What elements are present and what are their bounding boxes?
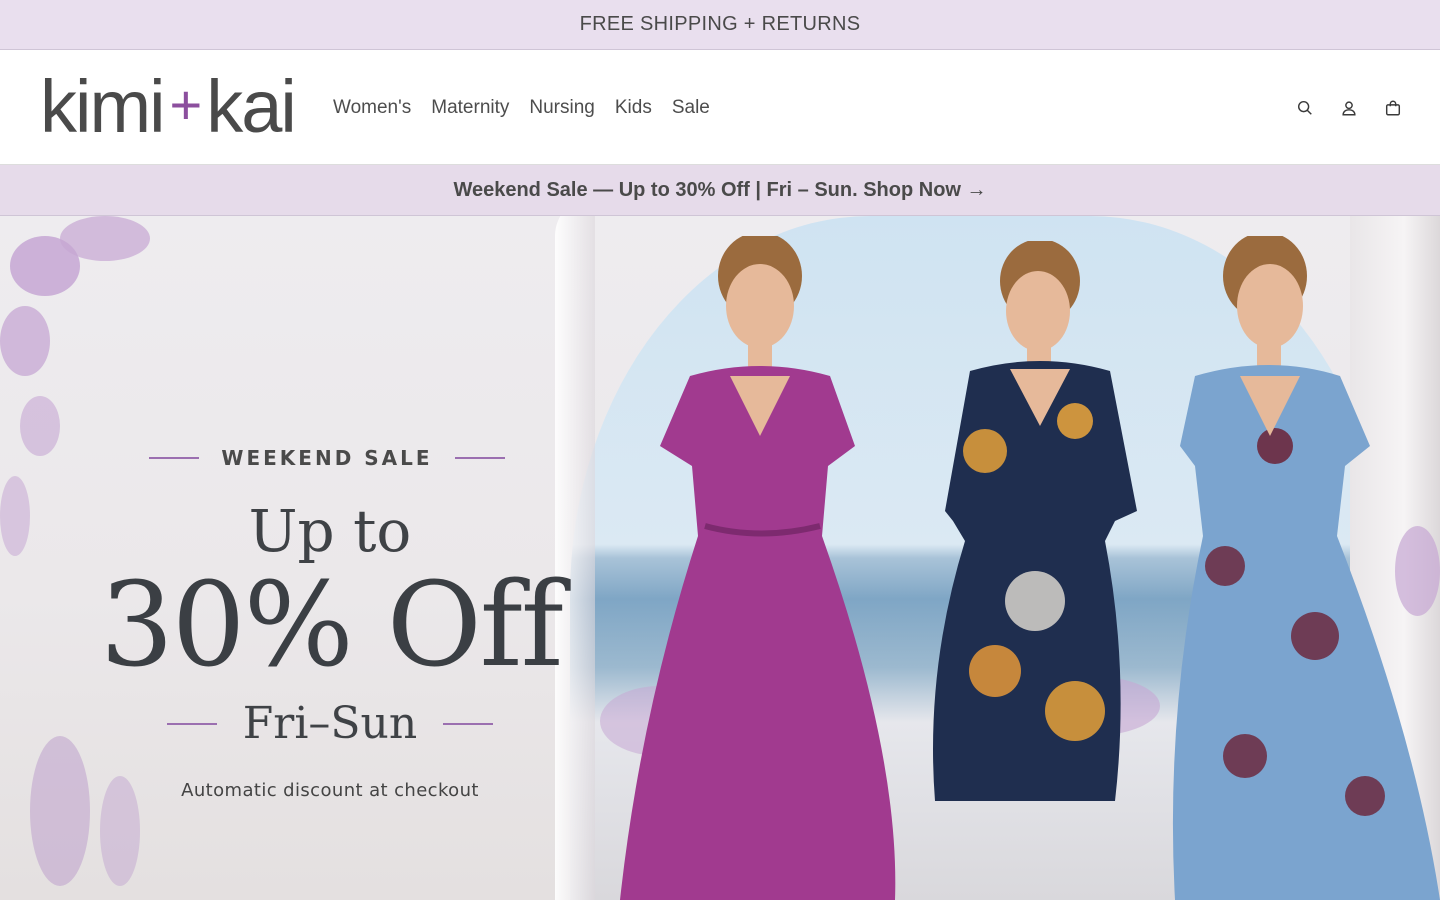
hero-headline-main: 30% Off [100,558,564,693]
hero-eyebrow: WEEKEND SALE [221,446,433,470]
header-actions [1294,51,1404,164]
promo-banner-link[interactable]: Weekend Sale — Up to 30% Off | Fri – Sun… [0,164,1440,216]
site-header: kimi + kai Women's Maternity Nursing Kid… [0,51,1440,164]
hero-headline-top: Up to [248,497,412,565]
promo-text: Weekend Sale — Up to 30% Off | Fri – Sun… [453,178,987,201]
logo-text-left: kimi [40,65,166,148]
model-blue-floral-dress [1172,236,1440,900]
hero-days: Fri–Sun [242,698,418,749]
hero-days-row: Fri–Sun [100,702,560,746]
announcement-bar: FREE SHIPPING + RETURNS [0,0,1440,50]
decorative-rule-right [454,457,505,459]
nav-item-womens[interactable]: Women's [333,97,411,119]
decorative-rule-right [443,723,494,725]
hero-subtext: Automatic discount at checkout [181,780,479,801]
account-icon[interactable] [1338,97,1360,119]
hero-banner[interactable]: WEEKEND SALE Up to 30% Off Fri–Sun Autom… [0,216,1440,900]
decorative-rule-left [166,723,217,725]
cart-icon[interactable] [1382,97,1404,119]
search-icon[interactable] [1294,97,1316,119]
brand-logo[interactable]: kimi + kai [40,65,315,148]
model-pink-dress [620,236,896,900]
model-navy-floral-dress [933,241,1137,801]
logo-plus: + [169,73,203,136]
hero-copy: WEEKEND SALE Up to 30% Off Fri–Sun Autom… [100,446,564,801]
announcement-text: FREE SHIPPING + RETURNS [579,13,861,35]
hero-eyebrow-row: WEEKEND SALE [94,446,560,470]
nav-item-kids[interactable]: Kids [615,97,652,119]
nav-item-nursing[interactable]: Nursing [529,97,594,119]
logo-text-right: kai [206,65,297,148]
nav-item-sale[interactable]: Sale [672,97,710,119]
main-nav: Women's Maternity Nursing Kids Sale [333,51,710,164]
nav-item-maternity[interactable]: Maternity [431,97,509,119]
decorative-rule-left [149,457,200,459]
